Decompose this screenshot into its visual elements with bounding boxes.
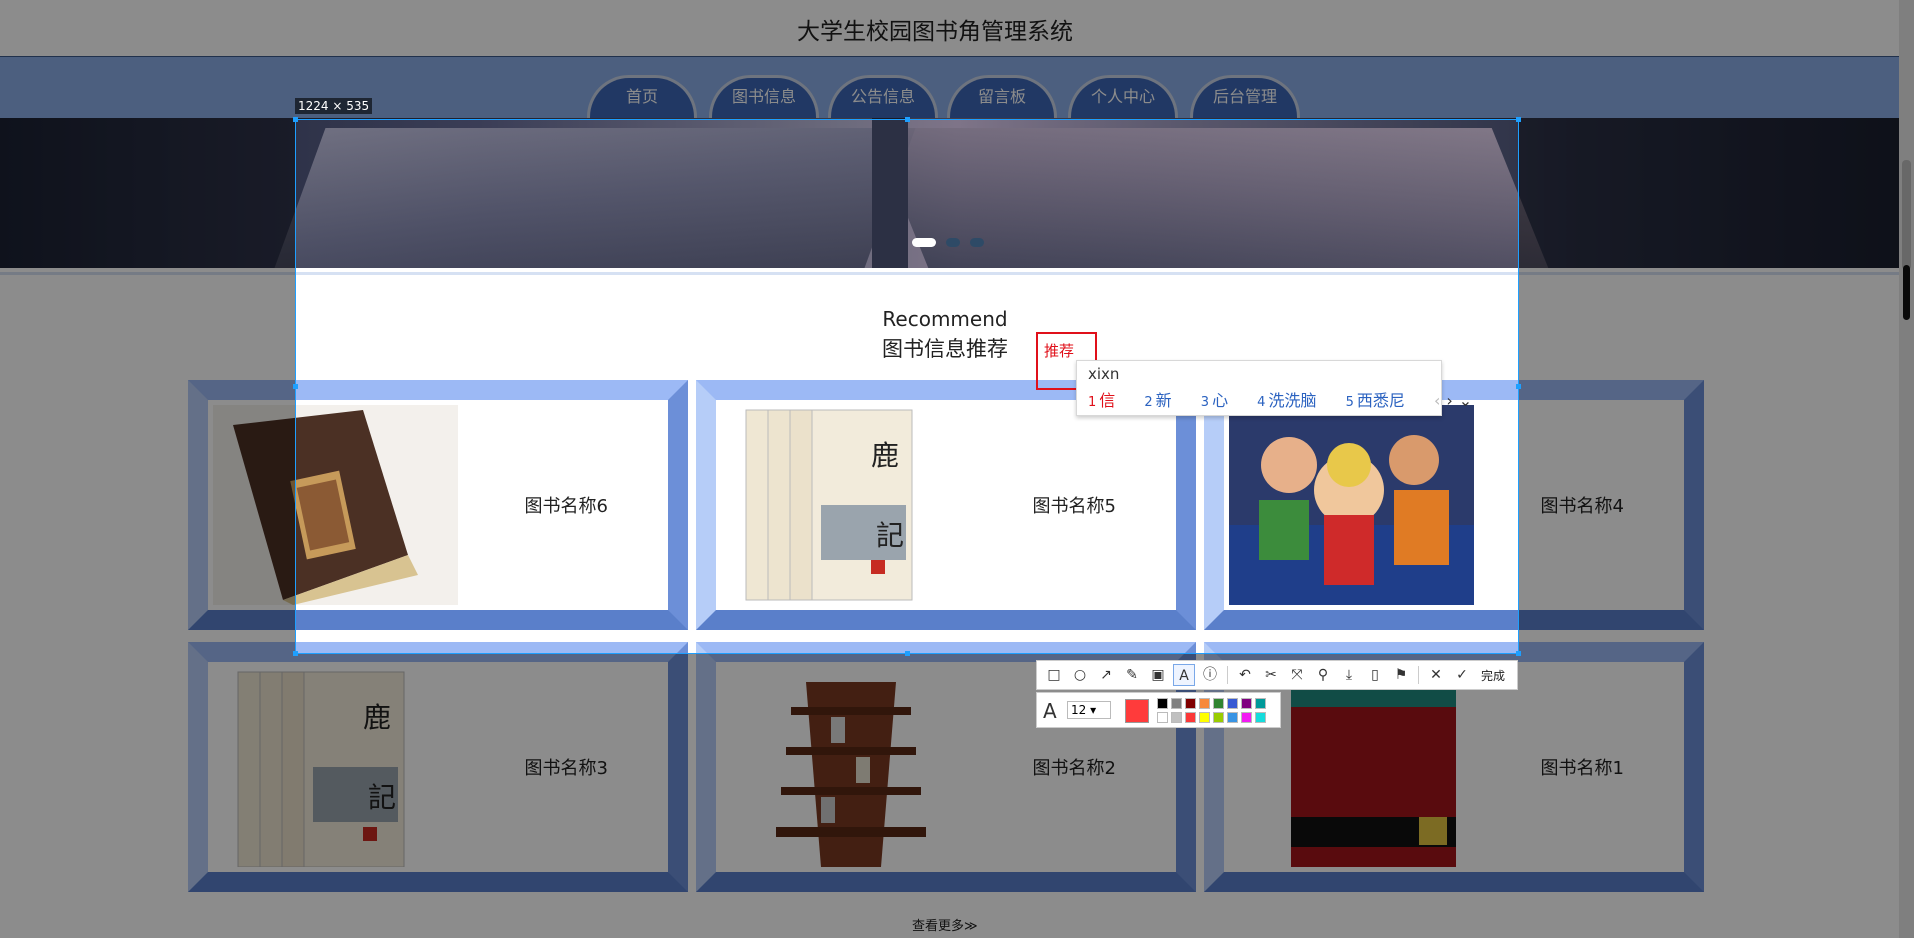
ime-candidate-window: xixn 1信 2新 3心 4 洗洗脑 5 西悉尼 ‹ › ⌄	[1076, 360, 1472, 416]
download-icon[interactable]: ⤓	[1338, 664, 1360, 686]
color-swatch[interactable]	[1199, 698, 1210, 709]
capture-dim-bottom	[0, 654, 1914, 938]
color-swatch[interactable]	[1171, 698, 1182, 709]
pen-tool-icon[interactable]: ✎	[1121, 664, 1143, 686]
color-swatch[interactable]	[1157, 698, 1168, 709]
done-button[interactable]: 完成	[1481, 667, 1505, 684]
check-icon[interactable]: ✓	[1451, 664, 1473, 686]
color-swatch[interactable]	[1227, 712, 1238, 723]
color-swatch[interactable]	[1185, 698, 1196, 709]
current-color-swatch[interactable]	[1125, 699, 1149, 723]
resize-handle[interactable]	[293, 384, 298, 389]
font-icon: A	[1043, 699, 1057, 723]
number-marker-icon[interactable]: ⓘ	[1199, 664, 1221, 686]
resize-handle[interactable]	[1516, 651, 1521, 656]
phone-icon[interactable]: ▯	[1364, 664, 1386, 686]
ime-candidate[interactable]: 3心	[1201, 391, 1240, 410]
color-swatch[interactable]	[1213, 698, 1224, 709]
text-style-toolbar: A 12 ▾	[1036, 692, 1281, 728]
capture-dim-top	[0, 0, 1914, 119]
ime-candidate[interactable]: 1信	[1088, 391, 1127, 410]
ime-next-icon[interactable]: ›	[1446, 391, 1452, 410]
ellipse-tool-icon[interactable]: ○	[1069, 664, 1091, 686]
text-tool-icon[interactable]: A	[1173, 664, 1195, 686]
ime-candidate[interactable]: 4 洗洗脑	[1257, 391, 1328, 410]
ime-composition: xixn	[1088, 365, 1120, 383]
ime-expand-icon[interactable]: ⌄	[1459, 391, 1472, 410]
arrow-tool-icon[interactable]: ↗	[1095, 664, 1117, 686]
capture-dim-right	[1519, 119, 1914, 654]
color-swatch[interactable]	[1171, 712, 1182, 723]
color-swatch[interactable]	[1227, 698, 1238, 709]
color-swatch[interactable]	[1185, 712, 1196, 723]
resize-handle[interactable]	[905, 651, 910, 656]
resize-handle[interactable]	[1516, 117, 1521, 122]
color-swatch[interactable]	[1255, 698, 1266, 709]
resize-handle[interactable]	[1516, 384, 1521, 389]
bookmark-icon[interactable]: ⚑	[1390, 664, 1412, 686]
resize-handle[interactable]	[293, 651, 298, 656]
color-swatch[interactable]	[1157, 712, 1168, 723]
undo-icon[interactable]: ↶	[1234, 664, 1256, 686]
color-swatch[interactable]	[1199, 712, 1210, 723]
ime-prev-icon[interactable]: ‹	[1434, 391, 1440, 410]
color-swatch[interactable]	[1241, 698, 1252, 709]
ime-candidate-list: 1信 2新 3心 4 洗洗脑 5 西悉尼 ‹ › ⌄	[1088, 387, 1484, 411]
pin-icon[interactable]: ⚲	[1312, 664, 1334, 686]
rectangle-tool-icon[interactable]: □	[1043, 664, 1065, 686]
mosaic-tool-icon[interactable]: ▣	[1147, 664, 1169, 686]
ime-candidate[interactable]: 5 西悉尼	[1346, 391, 1417, 410]
capture-toolbar: □ ○ ↗ ✎ ▣ A ⓘ ↶ ✂ ⤧ ⚲ ⤓ ▯ ⚑ ✕ ✓ 完成	[1036, 660, 1518, 690]
resize-handle[interactable]	[293, 117, 298, 122]
capture-dim-left	[0, 119, 295, 654]
close-icon[interactable]: ✕	[1425, 664, 1447, 686]
font-size-select[interactable]: 12 ▾	[1067, 701, 1111, 719]
scroll-capture-icon[interactable]: ⤧	[1286, 664, 1308, 686]
scissors-icon[interactable]: ✂	[1260, 664, 1282, 686]
annotation-text: 推荐	[1044, 342, 1075, 360]
color-swatch[interactable]	[1241, 712, 1252, 723]
color-swatch[interactable]	[1213, 712, 1224, 723]
capture-size-label: 1224 × 535	[295, 98, 373, 114]
resize-handle[interactable]	[905, 117, 910, 122]
ime-candidate[interactable]: 2新	[1144, 391, 1183, 410]
color-swatch[interactable]	[1255, 712, 1266, 723]
